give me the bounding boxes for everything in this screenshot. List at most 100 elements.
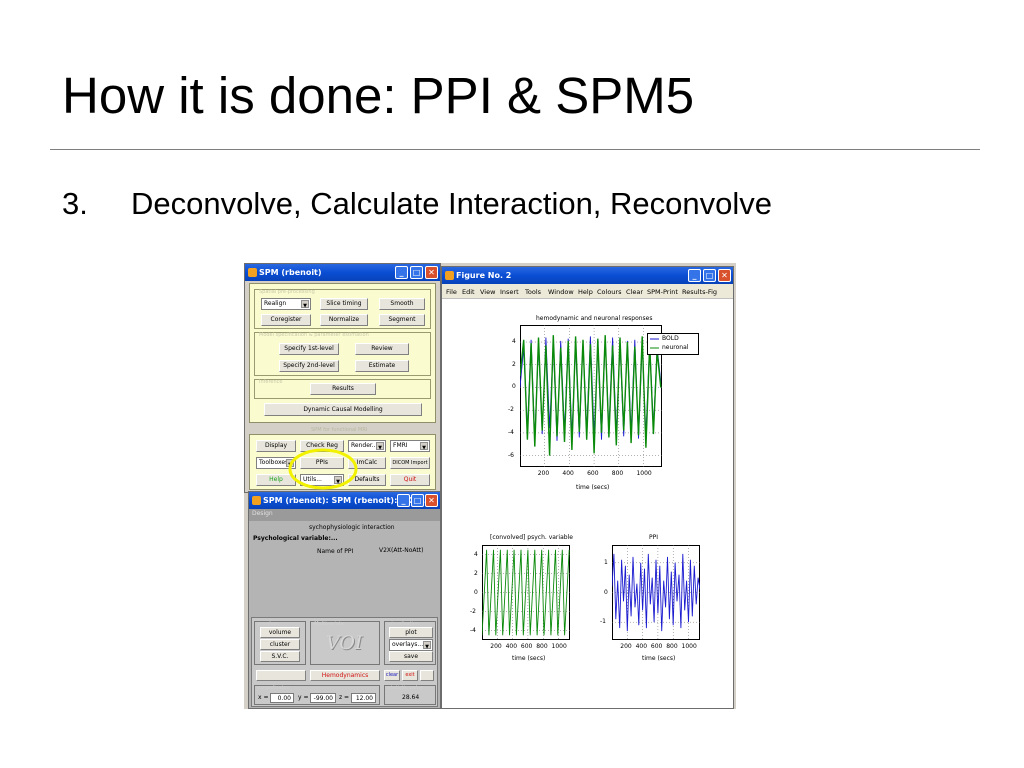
- chart2-ytick-2: 0: [474, 588, 478, 596]
- overlays-popup[interactable]: overlays... ▼: [389, 639, 433, 651]
- chart1-xtick-1: 400: [562, 470, 574, 477]
- statistic-label: statistic value: [388, 685, 423, 691]
- title-divider: [50, 149, 980, 150]
- spm-tasks-panel: Spatial pre-processing Realign ▼ Slice t…: [249, 283, 436, 423]
- chart2-xtick-4: 1000: [551, 643, 567, 650]
- fmri-popup-label: FMRI: [393, 442, 408, 449]
- segment-button[interactable]: Segment: [379, 314, 425, 326]
- estimate-button[interactable]: Estimate: [355, 360, 409, 372]
- matlab-icon: [248, 268, 257, 277]
- ppi-heading: sychophysiologic interaction: [309, 524, 395, 531]
- figure-title: Figure No. 2: [456, 271, 512, 280]
- chart1-ytick-0: 4: [512, 338, 516, 346]
- plot-button[interactable]: plot: [389, 627, 433, 638]
- spm-menu-window: SPM (rbenoit) _ □ ✕ Spatial pre-processi…: [244, 263, 441, 493]
- chart2-ytick-3: -2: [470, 607, 476, 615]
- blank-button[interactable]: [256, 670, 306, 681]
- chart1-title: hemodynamic and neuronal responses: [536, 315, 653, 322]
- chart3-xtick-4: 1000: [681, 643, 697, 650]
- quit-button[interactable]: Quit: [390, 474, 430, 486]
- menu-results-fig[interactable]: Results-Fig: [682, 288, 717, 296]
- maximize-icon[interactable]: □: [703, 269, 716, 282]
- svc-button[interactable]: S.V.C.: [260, 651, 300, 662]
- menu-window[interactable]: Window: [548, 288, 574, 296]
- x-coord-label: x =: [258, 694, 269, 701]
- maximize-icon[interactable]: □: [411, 494, 424, 507]
- chart3-ytick-1: 0: [604, 588, 608, 596]
- normalize-button[interactable]: Normalize: [320, 314, 368, 326]
- bullet-number: 3.: [62, 186, 88, 221]
- slide-title: How it is done: PPI & SPM5: [62, 67, 695, 124]
- save-button[interactable]: save: [389, 651, 433, 662]
- chart1-ytick-5: -6: [508, 451, 514, 459]
- exit-button[interactable]: exit: [402, 670, 418, 681]
- x-coord-field[interactable]: 0.00: [270, 693, 294, 703]
- chart3-plot: [612, 545, 700, 640]
- minimize-icon[interactable]: _: [397, 494, 410, 507]
- specify-1st-level-button[interactable]: Specify 1st-level: [279, 343, 339, 355]
- chart3-ytick-0: 1: [604, 558, 608, 566]
- results-button[interactable]: Results: [310, 383, 376, 395]
- figure-titlebar[interactable]: Figure No. 2 _ □ ✕: [442, 267, 733, 284]
- z-coord-field[interactable]: 12.00: [351, 693, 376, 703]
- coordinates-label: co-ordinates: [258, 685, 290, 691]
- legend-bold: BOLD: [662, 335, 679, 342]
- specify-2nd-level-button[interactable]: Specify 2nd-level: [279, 360, 339, 372]
- spm-menu-titlebar[interactable]: SPM (rbenoit) _ □ ✕: [245, 264, 440, 281]
- chart1-xtick-3: 800: [611, 470, 624, 477]
- close-icon[interactable]: ✕: [425, 266, 438, 279]
- chart2-xtick-3: 800: [536, 643, 548, 650]
- menu-insert[interactable]: Insert: [500, 288, 519, 296]
- chart3-ytick-2: -1: [600, 618, 606, 626]
- chart1-ytick-4: -4: [508, 428, 514, 436]
- chart2-xtick-0: 200: [490, 643, 502, 650]
- dropdown-arrow-icon: ▼: [376, 442, 384, 451]
- menu-edit[interactable]: Edit: [462, 288, 475, 296]
- clear-button[interactable]: clear: [384, 670, 400, 681]
- menu-tools[interactable]: Tools: [525, 288, 541, 296]
- menu-spm-print[interactable]: SPM-Print: [647, 288, 678, 296]
- chart3-frame: [612, 545, 700, 640]
- smooth-button[interactable]: Smooth: [379, 298, 425, 310]
- menu-help[interactable]: Help: [578, 288, 593, 296]
- chart1-xtick-4: 1000: [636, 470, 652, 477]
- toolboxes-popup-label: Toolboxes: [259, 459, 289, 466]
- dcm-button[interactable]: Dynamic Causal Modelling: [264, 403, 422, 416]
- review-button[interactable]: Review: [355, 343, 409, 355]
- spatial-group-label: Spatial pre-processing: [259, 289, 315, 295]
- fmri-popup[interactable]: FMRI ▼: [390, 440, 430, 452]
- menu-view[interactable]: View: [480, 288, 495, 296]
- realign-popup-label: Realign: [264, 300, 287, 307]
- multivariate-label: Multivariate: [314, 621, 344, 627]
- slice-timing-button[interactable]: Slice timing: [320, 298, 368, 310]
- dropdown-arrow-icon: ▼: [423, 641, 431, 650]
- close-icon[interactable]: ✕: [425, 494, 438, 507]
- close-icon[interactable]: ✕: [718, 269, 731, 282]
- chart1-ytick-3: -2: [508, 406, 514, 414]
- spm-footer-label: SPM for functional MRI: [311, 427, 368, 433]
- maximize-icon[interactable]: □: [410, 266, 423, 279]
- hemodynamics-button[interactable]: Hemodynamics: [310, 670, 380, 681]
- minimize-icon[interactable]: _: [688, 269, 701, 282]
- menu-clear[interactable]: Clear: [626, 288, 643, 296]
- cluster-button[interactable]: cluster: [260, 639, 300, 650]
- extra-button[interactable]: [420, 670, 434, 681]
- realign-popup[interactable]: Realign ▼: [261, 298, 311, 310]
- chart1-xlabel: time (secs): [576, 484, 610, 491]
- figure-window: Figure No. 2 _ □ ✕ File Edit View Insert…: [441, 266, 734, 709]
- chart3-xtick-0: 200: [620, 643, 632, 650]
- volume-button[interactable]: volume: [260, 627, 300, 638]
- dicom-import-button[interactable]: DICOM Import: [390, 457, 430, 469]
- chart1-legend: BOLD neuronal: [647, 333, 699, 355]
- dropdown-arrow-icon: ▼: [301, 300, 309, 309]
- minimize-icon[interactable]: _: [395, 266, 408, 279]
- coregister-button[interactable]: Coregister: [261, 314, 311, 326]
- matlab-icon: [252, 496, 261, 505]
- spm-menu-title: SPM (rbenoit): [259, 268, 322, 277]
- menu-file[interactable]: File: [446, 288, 457, 296]
- menu-colours[interactable]: Colours: [597, 288, 621, 296]
- z-coord-label: z =: [339, 694, 350, 701]
- y-coord-field[interactable]: -99.00: [310, 693, 336, 703]
- voi-window: SPM (rbenoit): SPM (rbenoit): VOI... _ □…: [248, 491, 441, 709]
- voi-titlebar[interactable]: SPM (rbenoit): SPM (rbenoit): VOI... _ □…: [249, 492, 440, 509]
